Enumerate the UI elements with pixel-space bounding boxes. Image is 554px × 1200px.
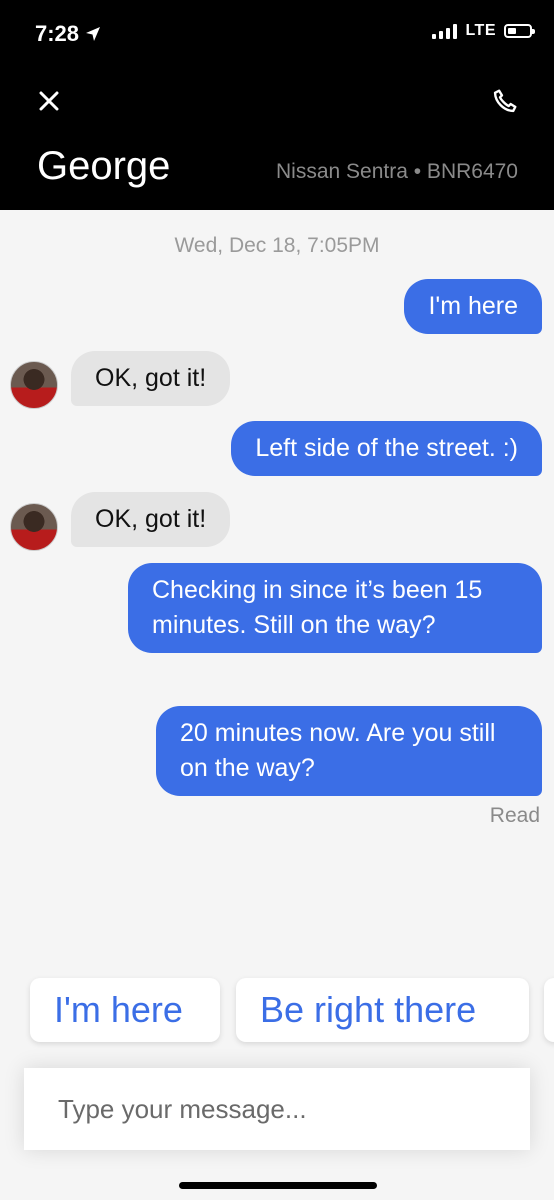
message-input[interactable]	[56, 1092, 498, 1126]
location-arrow-icon	[86, 27, 101, 41]
vehicle-info: Nissan Sentra • BNR6470	[276, 160, 518, 183]
quick-reply-be-right-there[interactable]: Be right there	[236, 978, 529, 1042]
status-time-text: 7:28	[35, 21, 80, 46]
network-type: LTE	[465, 22, 496, 39]
driver-avatar	[10, 361, 58, 409]
battery-icon	[504, 24, 535, 38]
message-bubble-outgoing: Left side of the street. :)	[231, 421, 542, 476]
status-indicators: LTE	[432, 22, 535, 40]
message-bubble-incoming: OK, got it!	[71, 351, 231, 406]
message-bubble-outgoing: I'm here	[404, 279, 542, 334]
message-composer	[24, 1068, 530, 1150]
read-receipt: Read	[489, 804, 540, 827]
close-button[interactable]	[32, 84, 66, 118]
driver-name: George	[37, 144, 171, 188]
message-bubble-incoming: OK, got it!	[71, 492, 231, 547]
quick-reply-next-partial[interactable]	[544, 978, 554, 1042]
message-bubble-outgoing: Checking in since it’s been 15 minutes. …	[128, 563, 542, 653]
home-indicator[interactable]	[179, 1182, 377, 1189]
phone-icon	[493, 89, 517, 113]
close-icon	[39, 91, 59, 111]
conversation-date: Wed, Dec 18, 7:05PM	[174, 234, 380, 257]
message-bubble-outgoing: 20 minutes now. Are you still on the way…	[156, 706, 542, 796]
header: 7:28 LTE George Nissan Sentra • BNR6470	[0, 0, 554, 210]
signal-bars-icon	[432, 23, 458, 39]
driver-avatar	[10, 503, 58, 551]
quick-reply-im-here[interactable]: I'm here	[30, 978, 220, 1042]
call-button[interactable]	[488, 84, 522, 118]
status-time: 7:28	[35, 21, 101, 47]
